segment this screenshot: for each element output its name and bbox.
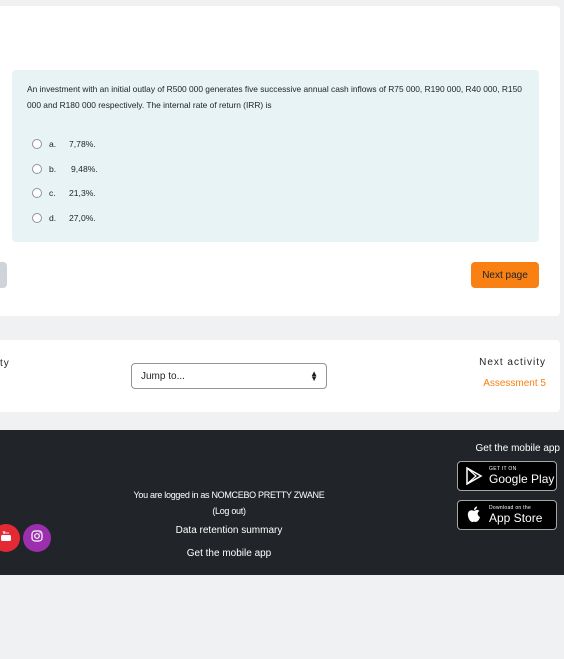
logged-in-text[interactable]: You are logged in as NOMCEBO PRETTY ZWAN… [129, 487, 329, 519]
option-letter: a. [49, 139, 57, 150]
option-letter: c. [49, 188, 56, 199]
option-value: 7,78%. [69, 139, 96, 150]
radio-button[interactable] [32, 163, 42, 174]
option-c[interactable]: c. 21,3%. [32, 181, 98, 206]
google-play-button[interactable]: GET IT ON Google Play [457, 461, 557, 491]
previous-activity-link[interactable]: ty [0, 358, 10, 369]
option-letter: b. [49, 163, 57, 174]
get-mobile-app-link[interactable]: Get the mobile app [129, 548, 329, 559]
jump-to-value: Jump to... [141, 370, 185, 382]
jump-to-select[interactable]: Jump to... ▲ ▼ [131, 363, 327, 389]
option-d[interactable]: d. 27,0%. [32, 206, 98, 231]
option-b[interactable]: b. 9,48%. [32, 157, 98, 182]
apple-icon [464, 505, 484, 525]
next-page-button[interactable]: Next page [471, 262, 539, 288]
option-value: 27,0%. [69, 212, 96, 223]
answer-options: a. 7,78%. b. 9,48%. c. 21,3%. d. 27,0%. [32, 132, 98, 230]
radio-button[interactable] [32, 212, 42, 223]
app-store-big: App Store [489, 511, 543, 525]
data-retention-link[interactable]: Data retention summary [129, 525, 329, 536]
google-play-big: Google Play [489, 472, 555, 486]
question-panel: An investment with an initial outlay of … [12, 70, 539, 242]
mobile-app-heading: Get the mobile app [475, 443, 561, 454]
next-activity-label: Next activity [479, 357, 546, 368]
option-value: 21,3%. [69, 188, 96, 199]
google-play-icon [464, 466, 484, 486]
radio-button[interactable] [32, 139, 42, 150]
instagram-icon [31, 529, 43, 547]
next-activity-link[interactable]: Assessment 5 [483, 378, 546, 389]
app-store-button[interactable]: Download on the App Store [457, 500, 557, 530]
previous-page-button[interactable] [0, 262, 7, 288]
option-value: 9,48%. [71, 163, 98, 174]
question-text: An investment with an initial outlay of … [27, 84, 522, 110]
option-letter: d. [49, 212, 57, 223]
instagram-button[interactable] [23, 524, 51, 552]
select-arrows-icon: ▲ ▼ [310, 369, 318, 383]
option-a[interactable]: a. 7,78%. [32, 132, 98, 157]
radio-button[interactable] [32, 188, 42, 199]
youtube-icon [0, 529, 12, 547]
